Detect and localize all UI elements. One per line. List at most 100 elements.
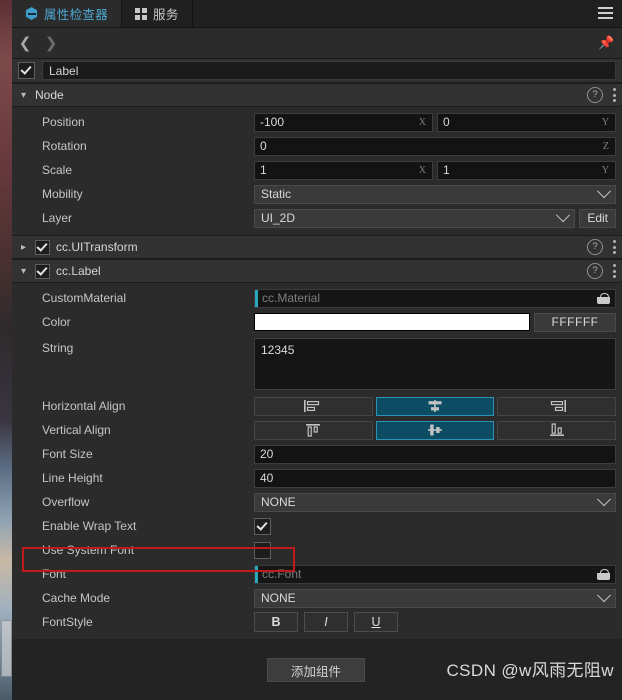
chevron-right-icon[interactable]: ❯ (38, 28, 64, 58)
chevron-right-icon[interactable]: ▸ (18, 242, 29, 253)
line-height-value: 40 (260, 471, 274, 485)
string-textarea[interactable]: 12345 (254, 338, 616, 390)
position-y-axis-label: Y (601, 116, 609, 128)
tab-services[interactable]: 服务 (122, 0, 193, 27)
rotation-z-input[interactable]: 0 Z (254, 136, 616, 156)
rotation-label: Rotation (42, 139, 87, 153)
label-section-header[interactable]: ▾ cc.Label ? (12, 259, 622, 283)
node-name-row: Label (12, 59, 622, 83)
hamburger-icon[interactable] (598, 7, 613, 19)
position-y-input[interactable]: 0 Y (437, 112, 616, 132)
row-enable-wrap-text: Enable Wrap Text (12, 514, 622, 538)
uitransform-section-header[interactable]: ▸ cc.UITransform ? (12, 235, 622, 259)
kebab-menu-icon[interactable] (612, 239, 616, 255)
enable-wrap-text-checkbox[interactable] (254, 517, 271, 535)
layer-edit-button[interactable]: Edit (579, 208, 616, 228)
row-rotation: Rotation 0 Z (12, 134, 622, 158)
rotation-z-axis-label: Z (602, 140, 609, 152)
position-label: Position (42, 115, 85, 129)
inspector-window: 属性检查器 服务 ❮ ❯ 📌 Label ▾ Node ? Position -… (0, 0, 622, 700)
horizontal-align-label: Horizontal Align (42, 399, 126, 413)
scale-y-axis-label: Y (601, 164, 609, 176)
align-right-icon[interactable] (497, 396, 617, 416)
question-circle-icon[interactable]: ? (587, 87, 603, 103)
pin-icon[interactable]: 📌 (598, 36, 614, 50)
scale-x-input[interactable]: 1 X (254, 160, 433, 180)
footer: 添加组件 CSDN @w风雨无阻w (12, 642, 622, 700)
bold-button[interactable]: B (254, 612, 298, 632)
custom-material-asset-field[interactable]: cc.Material (254, 288, 616, 308)
underline-button[interactable]: U (354, 612, 398, 632)
node-name-input[interactable]: Label (42, 61, 616, 80)
row-layer: Layer UI_2D Edit (12, 206, 622, 230)
row-position: Position -100 X 0 Y (12, 110, 622, 134)
label-title: cc.Label (56, 264, 101, 278)
align-left-icon[interactable] (254, 396, 373, 416)
scale-y-input[interactable]: 1 Y (437, 160, 616, 180)
uitransform-title: cc.UITransform (56, 240, 138, 254)
label-enabled-checkbox[interactable] (35, 263, 50, 279)
label-properties: CustomMaterial cc.Material Color FFFFFF … (12, 283, 622, 639)
kebab-menu-icon[interactable] (612, 87, 616, 103)
string-label: String (42, 341, 74, 355)
asset-basket-icon[interactable] (597, 292, 610, 304)
grid-squares-icon (135, 7, 148, 20)
question-circle-icon[interactable]: ? (587, 263, 603, 279)
vertical-align-label: Vertical Align (42, 423, 111, 437)
node-section-header[interactable]: ▾ Node ? (12, 83, 622, 107)
mobility-select[interactable]: Static (254, 184, 616, 204)
uitransform-enabled-checkbox[interactable] (35, 239, 50, 255)
chevron-left-icon[interactable]: ❮ (12, 28, 38, 58)
chevron-down-icon (556, 208, 571, 223)
italic-button[interactable]: I (304, 612, 348, 632)
font-asset-field[interactable]: cc.Font (254, 564, 616, 584)
color-label: Color (42, 315, 71, 329)
line-height-label: Line Height (42, 471, 103, 485)
row-font-style: FontStyle B I U (12, 610, 622, 634)
align-center-icon[interactable] (375, 396, 495, 416)
tab-inspector[interactable]: 属性检查器 (12, 0, 123, 27)
line-height-input[interactable]: 40 (254, 468, 616, 488)
use-system-font-checkbox[interactable] (254, 541, 271, 559)
tab-bar: 属性检查器 服务 (12, 0, 622, 28)
position-x-input[interactable]: -100 X (254, 112, 433, 132)
navigation-bar: ❮ ❯ 📌 (12, 28, 622, 59)
row-color: Color FFFFFF (12, 310, 622, 334)
tab-services-label: 服务 (153, 8, 179, 22)
font-size-value: 20 (260, 447, 274, 461)
add-component-button[interactable]: 添加组件 (267, 658, 365, 682)
align-bottom-icon[interactable] (497, 420, 617, 440)
node-section-title: Node (35, 88, 64, 102)
cache-mode-select[interactable]: NONE (254, 588, 616, 608)
node-name-value: Label (49, 63, 79, 78)
color-hex-input[interactable]: FFFFFF (534, 312, 616, 332)
align-top-icon[interactable] (254, 420, 373, 440)
overflow-select[interactable]: NONE (254, 492, 616, 512)
color-swatch[interactable] (254, 313, 530, 331)
horizontal-align-group (254, 396, 617, 416)
chevron-down-icon (596, 492, 612, 507)
cache-mode-label: Cache Mode (42, 591, 111, 605)
vertical-align-group (254, 420, 617, 440)
enable-wrap-text-label: Enable Wrap Text (42, 519, 137, 533)
layer-select[interactable]: UI_2D (254, 208, 576, 228)
row-scale: Scale 1 X 1 Y (12, 158, 622, 182)
row-horizontal-align: Horizontal Align (12, 394, 622, 418)
row-custom-material: CustomMaterial cc.Material (12, 286, 622, 310)
font-size-input[interactable]: 20 (254, 444, 616, 464)
background-scrollbar (1, 620, 12, 677)
inspector-panel: 属性检查器 服务 ❮ ❯ 📌 Label ▾ Node ? Position -… (12, 0, 622, 700)
chevron-down-icon[interactable]: ▾ (18, 90, 29, 101)
label-header-icons: ? (587, 263, 616, 279)
asset-basket-icon[interactable] (597, 568, 610, 580)
kebab-menu-icon[interactable] (612, 263, 616, 279)
chevron-down-icon[interactable]: ▾ (18, 266, 29, 277)
align-middle-icon[interactable] (375, 420, 495, 440)
question-circle-icon[interactable]: ? (587, 239, 603, 255)
overflow-value: NONE (261, 495, 296, 509)
mobility-value: Static (261, 187, 292, 201)
overflow-label: Overflow (42, 495, 90, 509)
row-overflow: Overflow NONE (12, 490, 622, 514)
node-enabled-checkbox[interactable] (18, 62, 35, 79)
row-cache-mode: Cache Mode NONE (12, 586, 622, 610)
